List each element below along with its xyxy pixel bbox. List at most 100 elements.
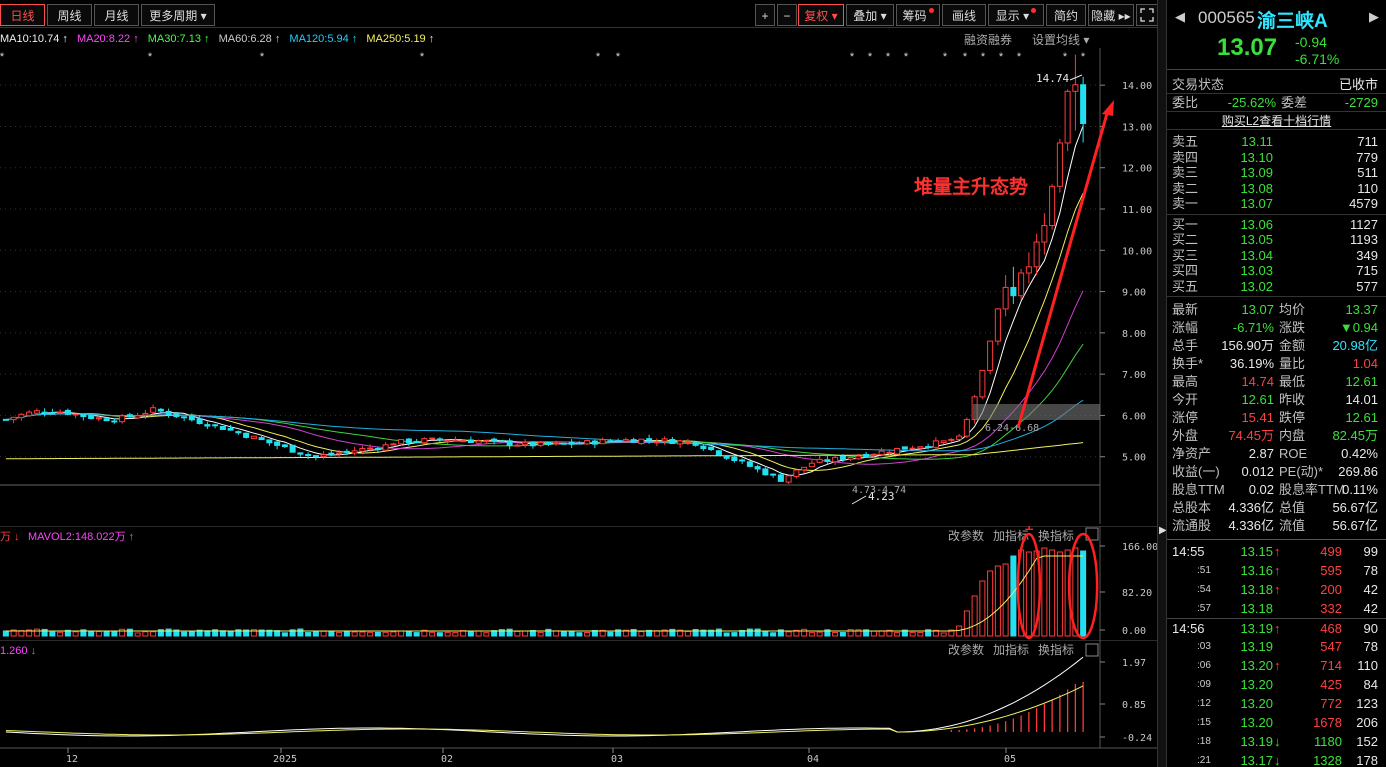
macd-legend: 1.260 ↓ xyxy=(0,645,36,657)
stat-row: 涨幅 -6.71% 涨跌 ▼0.94 xyxy=(1167,319,1386,337)
tick-time: :09 xyxy=(1197,679,1211,690)
trade-status-row: 交易状态 已收市 xyxy=(1167,76,1386,94)
tick-price: 13.20 xyxy=(1240,677,1273,692)
candle-body xyxy=(10,416,17,421)
volume-bar xyxy=(297,628,304,637)
volume-chart[interactable]: 万 ↓ MAVOL2:148.022万 ↑ 改参数 加指标 换指标166.0082.20… xyxy=(0,526,1157,640)
tab-monthly[interactable]: 月线 xyxy=(94,4,139,26)
stat-value: 0.012 xyxy=(1241,464,1274,479)
tick-row: :54 13.18 ↑ 200 42 xyxy=(1167,580,1386,599)
fullscreen-button[interactable] xyxy=(1136,4,1158,26)
stat-row: 最高 14.74 最低 12.61 xyxy=(1167,373,1386,391)
volume-bar xyxy=(808,632,815,637)
volume-bar xyxy=(126,628,133,637)
candle-body xyxy=(1064,90,1071,144)
event-marker: * xyxy=(850,51,855,63)
macd-chart[interactable]: 1.260 ↓ 改参数 加指标 换指标 1.97 0.85 -0.24 12 2025 02 03 0… xyxy=(0,640,1157,767)
candle-body xyxy=(684,441,691,444)
volume-bar xyxy=(684,630,691,637)
volume-bar xyxy=(1056,551,1063,637)
y-tick-label: 9.00 xyxy=(1122,288,1146,299)
stat-label: 流值 xyxy=(1279,518,1306,533)
volume-bar xyxy=(367,631,374,637)
candle-body xyxy=(142,413,149,416)
prev-stock-icon[interactable]: ◀ xyxy=(1175,9,1185,25)
weicha-label: 委差 xyxy=(1281,95,1308,110)
y-tick-label: 5.00 xyxy=(1122,453,1146,464)
volume-bar xyxy=(832,631,839,637)
candle-body xyxy=(615,440,622,443)
volume-bar xyxy=(134,632,141,637)
up-arrow-icon: ↑ xyxy=(1274,658,1281,673)
candle-body xyxy=(64,409,71,415)
tick-volume: 595 xyxy=(1320,563,1342,578)
stat-label: 量比 xyxy=(1279,356,1306,371)
panel-splitter[interactable]: ▶ xyxy=(1157,0,1167,767)
tab-daily[interactable]: 日线 xyxy=(0,4,45,26)
tab-more-periods[interactable]: 更多周期 ▾ xyxy=(141,4,215,26)
y-tick-label: 82.20 xyxy=(1122,588,1152,599)
candle-body xyxy=(374,447,381,450)
adjust-button[interactable]: 复权 ▾ xyxy=(798,4,844,26)
volume-bar xyxy=(359,631,366,637)
chips-button[interactable]: 筹码 xyxy=(896,4,940,26)
volume-bar xyxy=(188,631,195,637)
candle-body xyxy=(909,447,916,450)
candle-body xyxy=(258,437,265,441)
y-tick-label: 1.97 xyxy=(1122,658,1146,669)
event-marker: * xyxy=(616,51,621,63)
candle-body xyxy=(328,452,335,455)
zoom-out-button[interactable]: − xyxy=(777,4,797,26)
tick-time: :57 xyxy=(1197,603,1211,614)
candlestick-chart[interactable]: 14.00 13.00 12.00 11.00 10.00 9.00 8.00 7.00 6.0… xyxy=(0,48,1157,524)
candle-body xyxy=(963,419,970,437)
candle-body xyxy=(692,442,699,446)
candle-body xyxy=(57,411,64,414)
candle-body xyxy=(653,441,660,444)
tick-list[interactable]: 14:55 13.15 ↑ 499 99:51 13.16 ↑ 595 78:54 13.18 ↑ 2… xyxy=(1167,540,1386,767)
display-button[interactable]: 显示 ▾ xyxy=(988,4,1044,26)
volume-bar xyxy=(723,632,730,637)
y-tick-label: 0.85 xyxy=(1122,700,1146,711)
stat-value: -6.71% xyxy=(1232,320,1274,335)
dropdown-icon: ▾ xyxy=(831,9,838,23)
volume-bar xyxy=(770,632,777,637)
candle-body xyxy=(785,475,792,483)
volume-bar xyxy=(320,630,327,637)
tick-row: :21 13.17 ↓ 1328 178 xyxy=(1167,751,1386,767)
tick-time: 14:55 xyxy=(1172,544,1205,559)
candle-body xyxy=(181,416,188,419)
tick-row: :51 13.16 ↑ 595 78 xyxy=(1167,561,1386,580)
volume-bar xyxy=(219,630,226,637)
tick-row: :06 13.20 ↑ 714 110 xyxy=(1167,656,1386,675)
weicha-value: -2729 xyxy=(1344,95,1378,110)
candle-body xyxy=(622,439,629,442)
zoom-in-button[interactable]: + xyxy=(755,4,775,26)
candle-body xyxy=(88,414,95,420)
l2-link[interactable]: 购买L2查看十档行情 xyxy=(1222,114,1331,128)
candle-body xyxy=(669,438,676,444)
tick-price: 13.19 xyxy=(1240,734,1273,749)
period-toolbar: 日线 周线 月线 更多周期 ▾ + − 复权 ▾ 叠加 ▾ 筹码 画线 显示 ▾… xyxy=(0,0,1161,28)
event-marker: * xyxy=(943,51,948,63)
tick-volume: 1180 xyxy=(1314,734,1342,749)
ma-setting-link[interactable]: 设置均线 ▾ xyxy=(1032,31,1089,48)
book-label: 卖四 xyxy=(1172,149,1199,165)
margin-trading-link[interactable]: 融资融券 xyxy=(964,31,1012,48)
candle-body xyxy=(762,468,769,476)
stat-value: 4.336亿 xyxy=(1228,500,1274,515)
tick-count: 84 xyxy=(1363,677,1378,692)
next-stock-icon[interactable]: ▶ xyxy=(1369,9,1379,25)
overlay-button[interactable]: 叠加 ▾ xyxy=(846,4,894,26)
volume-bar xyxy=(150,631,157,637)
volume-bar xyxy=(328,630,335,637)
volume-bar xyxy=(878,630,885,637)
hide-button[interactable]: 隐藏 ▸▸ xyxy=(1088,4,1134,26)
stat-value: 156.90万 xyxy=(1221,338,1274,353)
candle-body xyxy=(460,440,467,443)
simple-button[interactable]: 简约 xyxy=(1046,4,1086,26)
volume-bar xyxy=(475,630,482,637)
draw-button[interactable]: 画线 xyxy=(942,4,986,26)
candle-body xyxy=(483,440,490,443)
tab-weekly[interactable]: 周线 xyxy=(47,4,92,26)
